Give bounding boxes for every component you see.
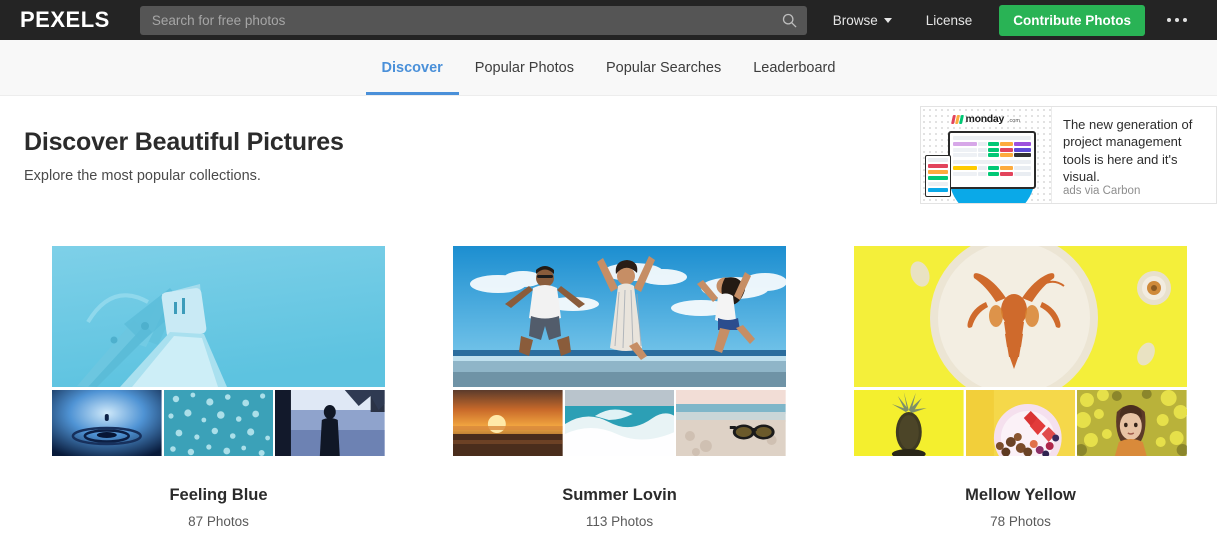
monday-logo-text: monday — [965, 113, 1005, 125]
collection-card[interactable]: Mellow Yellow 78 Photos — [854, 246, 1187, 529]
ad-text[interactable]: The new generation of project management… — [1063, 116, 1206, 185]
tab-discover-label: Discover — [381, 59, 443, 76]
collection-photo-count: 78 Photos — [990, 514, 1051, 529]
tab-popular-searches-label: Popular Searches — [605, 59, 722, 76]
collection-title: Feeling Blue — [169, 486, 268, 504]
tab-popular-photos-label: Popular Photos — [474, 59, 574, 76]
collection-title: Summer Lovin — [562, 486, 677, 504]
header-nav: Browse License Contribute Photos — [816, 4, 1201, 36]
tab-popular-photos[interactable]: Popular Photos — [459, 40, 590, 95]
thumbnail[interactable] — [1077, 390, 1187, 456]
thumbnail[interactable] — [52, 390, 162, 456]
monday-logo: monday .com — [921, 113, 1051, 125]
thumbnail[interactable] — [453, 390, 563, 456]
search-input[interactable] — [139, 5, 773, 35]
ellipsis-icon[interactable] — [1145, 18, 1201, 22]
ad-body: The new generation of project management… — [1052, 107, 1216, 203]
tab-leaderboard[interactable]: Leaderboard — [737, 40, 851, 95]
carbon-ad[interactable]: monday .com The new generation of projec… — [920, 106, 1217, 204]
collection-hero-image[interactable] — [854, 246, 1187, 387]
tab-discover[interactable]: Discover — [365, 40, 460, 95]
nav-license[interactable]: License — [909, 13, 990, 28]
collection-thumbnails — [854, 390, 1187, 456]
nav-license-label: License — [925, 12, 973, 28]
main-content: Discover Beautiful Pictures Explore the … — [0, 96, 1217, 529]
nav-browse[interactable]: Browse — [816, 13, 909, 28]
ad-image: monday .com — [921, 107, 1052, 203]
ad-laptop-screenshot — [948, 131, 1036, 189]
ad-sidebar-card — [925, 155, 951, 197]
collection-title: Mellow Yellow — [965, 486, 1076, 504]
chevron-down-icon — [883, 17, 892, 23]
site-header: PEXELS Browse License Contribute Photos — [0, 0, 1217, 40]
collection-thumbnails — [52, 390, 385, 456]
search-bar[interactable] — [139, 5, 807, 35]
thumbnail[interactable] — [163, 390, 274, 456]
thumbnail[interactable] — [275, 390, 385, 456]
collection-photo-count: 113 Photos — [585, 514, 654, 529]
tab-popular-searches[interactable]: Popular Searches — [590, 40, 737, 95]
thumbnail[interactable] — [676, 390, 786, 456]
tab-leaderboard-label: Leaderboard — [753, 59, 836, 76]
contribute-photos-button[interactable]: Contribute Photos — [999, 4, 1145, 36]
monday-logo-bars — [951, 114, 964, 124]
search-icon[interactable] — [773, 6, 807, 35]
collection-card[interactable]: Summer Lovin 113 Photos — [453, 246, 786, 529]
ad-credit[interactable]: ads via Carbon — [1063, 185, 1206, 197]
nav-browse-label: Browse — [832, 12, 878, 28]
collection-hero-image[interactable] — [453, 246, 786, 387]
monday-logo-suffix: .com — [1008, 118, 1020, 124]
thumbnail[interactable] — [854, 390, 964, 456]
thumbnail[interactable] — [564, 390, 675, 456]
collection-card[interactable]: Feeling Blue 87 Photos — [52, 246, 385, 529]
collection-hero-image[interactable] — [52, 246, 385, 387]
thumbnail[interactable] — [965, 390, 1076, 456]
collection-grid: Feeling Blue 87 Photos Summer Lovin 113 … — [12, 184, 1205, 529]
collection-photo-count: 87 Photos — [188, 514, 249, 529]
section-tabs: Discover Popular Photos Popular Searches… — [0, 40, 1217, 96]
collection-thumbnails — [453, 390, 786, 456]
pexels-logo[interactable]: PEXELS — [20, 9, 110, 31]
